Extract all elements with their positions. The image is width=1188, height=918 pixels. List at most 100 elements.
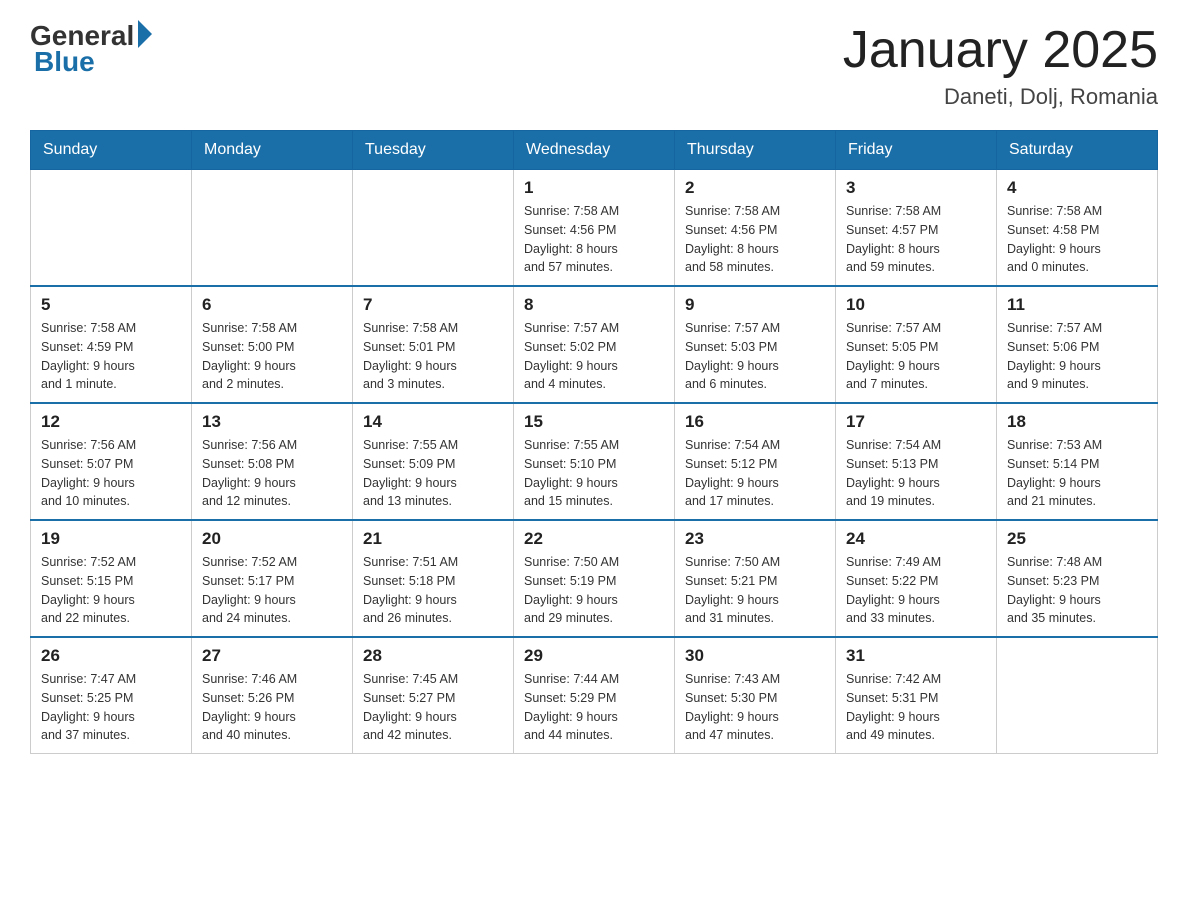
calendar-cell: 6 Sunrise: 7:58 AM Sunset: 5:00 PM Daylig… — [192, 286, 353, 403]
calendar-week-row: 5 Sunrise: 7:58 AM Sunset: 4:59 PM Daylig… — [31, 286, 1158, 403]
day-info: Sunrise: 7:54 AM Sunset: 5:13 PM Dayligh… — [846, 436, 986, 511]
calendar-cell: 11 Sunrise: 7:57 AM Sunset: 5:06 PM Dayli… — [997, 286, 1158, 403]
day-info: Sunrise: 7:49 AM Sunset: 5:22 PM Dayligh… — [846, 553, 986, 628]
day-info: Sunrise: 7:58 AM Sunset: 5:01 PM Dayligh… — [363, 319, 503, 394]
title-section: January 2025 Daneti, Dolj, Romania — [843, 20, 1158, 110]
day-number: 22 — [524, 529, 664, 549]
day-number: 1 — [524, 178, 664, 198]
weekday-header-wednesday: Wednesday — [514, 131, 675, 170]
day-info: Sunrise: 7:47 AM Sunset: 5:25 PM Dayligh… — [41, 670, 181, 745]
day-info: Sunrise: 7:55 AM Sunset: 5:10 PM Dayligh… — [524, 436, 664, 511]
day-number: 18 — [1007, 412, 1147, 432]
day-info: Sunrise: 7:44 AM Sunset: 5:29 PM Dayligh… — [524, 670, 664, 745]
weekday-header-sunday: Sunday — [31, 131, 192, 170]
day-info: Sunrise: 7:58 AM Sunset: 4:57 PM Dayligh… — [846, 202, 986, 277]
day-info: Sunrise: 7:57 AM Sunset: 5:06 PM Dayligh… — [1007, 319, 1147, 394]
day-number: 28 — [363, 646, 503, 666]
day-number: 19 — [41, 529, 181, 549]
day-info: Sunrise: 7:55 AM Sunset: 5:09 PM Dayligh… — [363, 436, 503, 511]
day-number: 21 — [363, 529, 503, 549]
weekday-header-friday: Friday — [836, 131, 997, 170]
day-number: 5 — [41, 295, 181, 315]
day-info: Sunrise: 7:58 AM Sunset: 4:58 PM Dayligh… — [1007, 202, 1147, 277]
day-info: Sunrise: 7:48 AM Sunset: 5:23 PM Dayligh… — [1007, 553, 1147, 628]
calendar-cell: 15 Sunrise: 7:55 AM Sunset: 5:10 PM Dayli… — [514, 403, 675, 520]
day-number: 6 — [202, 295, 342, 315]
calendar-week-row: 1 Sunrise: 7:58 AM Sunset: 4:56 PM Daylig… — [31, 170, 1158, 287]
calendar-cell: 12 Sunrise: 7:56 AM Sunset: 5:07 PM Dayli… — [31, 403, 192, 520]
calendar-cell: 9Sunrise: 7:57 AM Sunset: 5:03 PM Daylig… — [675, 286, 836, 403]
calendar-cell: 21Sunrise: 7:51 AM Sunset: 5:18 PM Dayli… — [353, 520, 514, 637]
calendar-cell: 24 Sunrise: 7:49 AM Sunset: 5:22 PM Dayli… — [836, 520, 997, 637]
calendar-header-row: SundayMondayTuesdayWednesdayThursdayFrid… — [31, 131, 1158, 170]
calendar-title: January 2025 — [843, 20, 1158, 80]
day-info: Sunrise: 7:56 AM Sunset: 5:08 PM Dayligh… — [202, 436, 342, 511]
calendar-cell: 5 Sunrise: 7:58 AM Sunset: 4:59 PM Daylig… — [31, 286, 192, 403]
day-info: Sunrise: 7:58 AM Sunset: 4:56 PM Dayligh… — [685, 202, 825, 277]
day-number: 10 — [846, 295, 986, 315]
calendar-cell: 31Sunrise: 7:42 AM Sunset: 5:31 PM Dayli… — [836, 637, 997, 754]
calendar-cell: 18 Sunrise: 7:53 AM Sunset: 5:14 PM Dayli… — [997, 403, 1158, 520]
day-info: Sunrise: 7:58 AM Sunset: 4:56 PM Dayligh… — [524, 202, 664, 277]
calendar-week-row: 19 Sunrise: 7:52 AM Sunset: 5:15 PM Dayli… — [31, 520, 1158, 637]
calendar-cell: 4 Sunrise: 7:58 AM Sunset: 4:58 PM Daylig… — [997, 170, 1158, 287]
page-header: General Blue January 2025 Daneti, Dolj, … — [30, 20, 1158, 110]
calendar-cell: 30 Sunrise: 7:43 AM Sunset: 5:30 PM Dayli… — [675, 637, 836, 754]
calendar-cell: 13 Sunrise: 7:56 AM Sunset: 5:08 PM Dayli… — [192, 403, 353, 520]
day-number: 7 — [363, 295, 503, 315]
calendar-cell — [192, 170, 353, 287]
calendar-cell: 25Sunrise: 7:48 AM Sunset: 5:23 PM Dayli… — [997, 520, 1158, 637]
day-info: Sunrise: 7:54 AM Sunset: 5:12 PM Dayligh… — [685, 436, 825, 511]
day-info: Sunrise: 7:53 AM Sunset: 5:14 PM Dayligh… — [1007, 436, 1147, 511]
calendar-cell: 20Sunrise: 7:52 AM Sunset: 5:17 PM Dayli… — [192, 520, 353, 637]
day-number: 13 — [202, 412, 342, 432]
day-info: Sunrise: 7:52 AM Sunset: 5:15 PM Dayligh… — [41, 553, 181, 628]
calendar-subtitle: Daneti, Dolj, Romania — [843, 84, 1158, 110]
day-info: Sunrise: 7:52 AM Sunset: 5:17 PM Dayligh… — [202, 553, 342, 628]
calendar-cell: 2 Sunrise: 7:58 AM Sunset: 4:56 PM Daylig… — [675, 170, 836, 287]
day-number: 8 — [524, 295, 664, 315]
day-number: 15 — [524, 412, 664, 432]
day-info: Sunrise: 7:42 AM Sunset: 5:31 PM Dayligh… — [846, 670, 986, 745]
day-number: 4 — [1007, 178, 1147, 198]
calendar-cell: 8Sunrise: 7:57 AM Sunset: 5:02 PM Daylig… — [514, 286, 675, 403]
day-number: 29 — [524, 646, 664, 666]
calendar-cell — [31, 170, 192, 287]
day-number: 11 — [1007, 295, 1147, 315]
calendar-cell: 26 Sunrise: 7:47 AM Sunset: 5:25 PM Dayli… — [31, 637, 192, 754]
calendar-week-row: 12 Sunrise: 7:56 AM Sunset: 5:07 PM Dayli… — [31, 403, 1158, 520]
day-info: Sunrise: 7:50 AM Sunset: 5:21 PM Dayligh… — [685, 553, 825, 628]
day-info: Sunrise: 7:50 AM Sunset: 5:19 PM Dayligh… — [524, 553, 664, 628]
calendar-cell: 19 Sunrise: 7:52 AM Sunset: 5:15 PM Dayli… — [31, 520, 192, 637]
day-info: Sunrise: 7:56 AM Sunset: 5:07 PM Dayligh… — [41, 436, 181, 511]
calendar-cell: 10 Sunrise: 7:57 AM Sunset: 5:05 PM Dayli… — [836, 286, 997, 403]
calendar-cell: 1 Sunrise: 7:58 AM Sunset: 4:56 PM Daylig… — [514, 170, 675, 287]
calendar-cell: 27Sunrise: 7:46 AM Sunset: 5:26 PM Dayli… — [192, 637, 353, 754]
day-info: Sunrise: 7:57 AM Sunset: 5:05 PM Dayligh… — [846, 319, 986, 394]
day-number: 9 — [685, 295, 825, 315]
day-number: 26 — [41, 646, 181, 666]
weekday-header-thursday: Thursday — [675, 131, 836, 170]
day-number: 2 — [685, 178, 825, 198]
day-number: 23 — [685, 529, 825, 549]
day-info: Sunrise: 7:58 AM Sunset: 5:00 PM Dayligh… — [202, 319, 342, 394]
calendar-cell: 3Sunrise: 7:58 AM Sunset: 4:57 PM Daylig… — [836, 170, 997, 287]
day-info: Sunrise: 7:45 AM Sunset: 5:27 PM Dayligh… — [363, 670, 503, 745]
weekday-header-saturday: Saturday — [997, 131, 1158, 170]
day-number: 30 — [685, 646, 825, 666]
day-number: 24 — [846, 529, 986, 549]
calendar-cell: 22 Sunrise: 7:50 AM Sunset: 5:19 PM Dayli… — [514, 520, 675, 637]
calendar-week-row: 26 Sunrise: 7:47 AM Sunset: 5:25 PM Dayli… — [31, 637, 1158, 754]
calendar-cell — [997, 637, 1158, 754]
weekday-header-monday: Monday — [192, 131, 353, 170]
day-info: Sunrise: 7:46 AM Sunset: 5:26 PM Dayligh… — [202, 670, 342, 745]
day-info: Sunrise: 7:58 AM Sunset: 4:59 PM Dayligh… — [41, 319, 181, 394]
logo: General Blue — [30, 20, 152, 78]
calendar-cell: 7 Sunrise: 7:58 AM Sunset: 5:01 PM Daylig… — [353, 286, 514, 403]
calendar-table: SundayMondayTuesdayWednesdayThursdayFrid… — [30, 130, 1158, 754]
day-info: Sunrise: 7:43 AM Sunset: 5:30 PM Dayligh… — [685, 670, 825, 745]
day-number: 12 — [41, 412, 181, 432]
calendar-cell: 14Sunrise: 7:55 AM Sunset: 5:09 PM Dayli… — [353, 403, 514, 520]
calendar-cell: 23 Sunrise: 7:50 AM Sunset: 5:21 PM Dayli… — [675, 520, 836, 637]
calendar-cell: 16Sunrise: 7:54 AM Sunset: 5:12 PM Dayli… — [675, 403, 836, 520]
